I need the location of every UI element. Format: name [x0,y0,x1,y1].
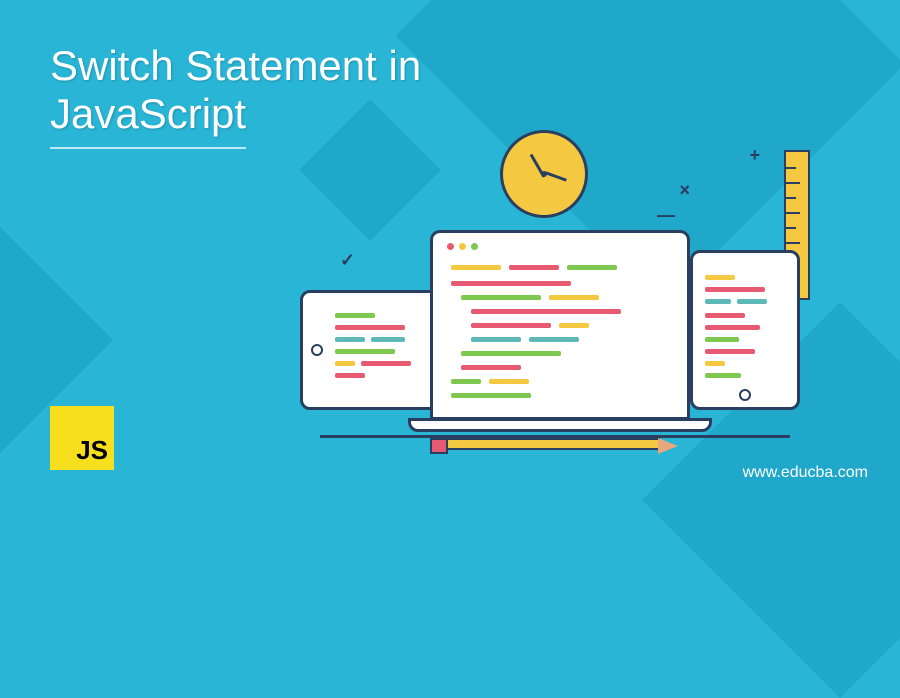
laptop-device-icon [430,230,690,420]
window-traffic-lights-icon [447,243,478,250]
devices-illustration: ✓ + × — [300,120,820,440]
js-logo-text: JS [76,435,108,466]
checkmark-icon: ✓ [340,250,355,271]
title-line-1: Switch Statement in [50,42,421,89]
laptop-base [408,418,712,432]
pencil-icon [430,438,660,450]
title-line-2: JavaScript [50,90,246,148]
dash-icon: — [657,205,675,226]
phone-device-icon [690,250,800,410]
x-icon: × [679,180,690,201]
javascript-logo-icon: JS [50,406,114,470]
clock-icon [500,130,588,218]
plus-icon: + [749,145,760,166]
website-url: www.educba.com [743,464,868,482]
